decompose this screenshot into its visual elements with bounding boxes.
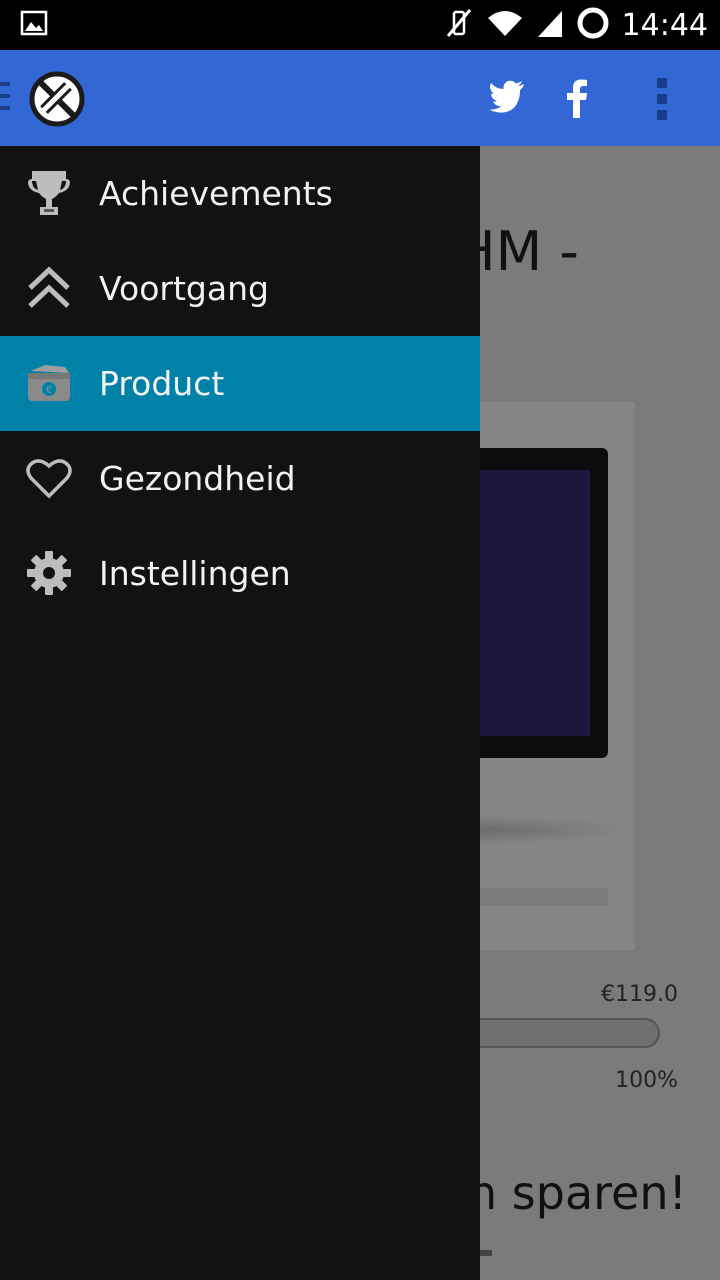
drawer-item-product[interactable]: € Product: [0, 336, 480, 431]
card-footer-bar: [470, 888, 608, 906]
app-logo-icon[interactable]: [28, 70, 86, 128]
trophy-icon: [24, 168, 74, 218]
navigation-drawer: Achievements Voortgang € Product Gezondh…: [0, 146, 480, 1280]
drawer-item-gezondheid[interactable]: Gezondheid: [0, 431, 480, 526]
drawer-item-label: Voortgang: [99, 269, 269, 308]
signal-icon: [536, 7, 564, 43]
wifi-icon: [486, 8, 524, 42]
drawer-item-label: Product: [99, 364, 225, 403]
twitter-button[interactable]: [488, 78, 526, 118]
heart-icon: [24, 453, 74, 503]
drawer-item-achievements[interactable]: Achievements: [0, 146, 480, 241]
drawer-item-instellingen[interactable]: Instellingen: [0, 526, 480, 621]
status-time: 14:44: [621, 7, 708, 43]
drawer-item-label: Gezondheid: [99, 459, 296, 498]
gallery-notification-icon: [20, 10, 48, 40]
saving-message: n sparen!: [468, 1166, 687, 1220]
facebook-icon: [566, 79, 588, 122]
drawer-indicator-icon[interactable]: [0, 82, 10, 118]
drawer-item-label: Instellingen: [99, 554, 291, 593]
progress-percent: 100%: [615, 1068, 678, 1093]
product-price: €119.0: [601, 982, 678, 1007]
vibrate-mute-icon: [444, 6, 474, 44]
status-bar: 14:44: [0, 0, 720, 50]
overflow-menu-button[interactable]: [657, 78, 669, 126]
drawer-item-label: Achievements: [99, 174, 333, 213]
facebook-button[interactable]: [566, 78, 588, 122]
chevrons-up-icon: [24, 263, 74, 313]
more-vert-icon: [657, 78, 667, 88]
drawer-item-voortgang[interactable]: Voortgang: [0, 241, 480, 336]
action-bar: [0, 50, 720, 146]
wallet-icon: €: [24, 358, 74, 408]
battery-icon: [576, 6, 610, 44]
twitter-icon: [488, 80, 526, 118]
svg-text:€: €: [46, 385, 52, 396]
gear-icon: [24, 548, 74, 598]
